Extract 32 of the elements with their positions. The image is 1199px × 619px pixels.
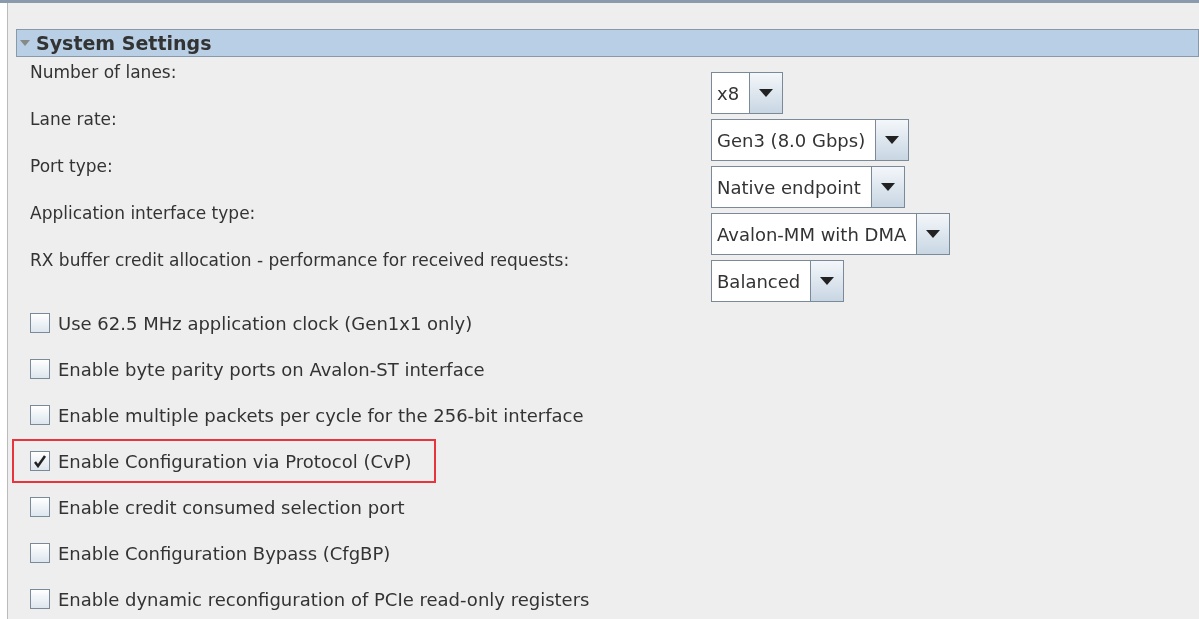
checkbox[interactable] — [30, 543, 50, 563]
caret-icon — [820, 277, 835, 285]
checkbox[interactable] — [30, 497, 50, 517]
checkbox-label: Enable Configuration Bypass (CfgBP) — [58, 541, 391, 566]
caret-icon — [926, 230, 941, 238]
section-header[interactable]: System Settings — [16, 29, 1199, 57]
section-title: System Settings — [36, 30, 212, 56]
checkbox[interactable] — [30, 589, 50, 609]
dropdown[interactable]: Gen3 (8.0 Gbps) — [711, 119, 910, 161]
checkbox-label: Enable multiple packets per cycle for the 256-bit interface — [58, 403, 584, 428]
field-label: Number of lanes: — [30, 61, 178, 84]
dropdown[interactable]: Native endpoint — [711, 166, 905, 208]
field-label: Lane rate: — [30, 108, 118, 131]
checkbox-label: Enable byte parity ports on Avalon-ST interface — [58, 357, 485, 382]
checkbox-label: Enable credit consumed selection port — [58, 495, 405, 520]
dropdown[interactable]: Avalon-MM with DMA — [711, 213, 951, 255]
checkbox[interactable] — [30, 359, 50, 379]
checkbox-label: Use 62.5 MHz application clock (Gen1x1 only) — [58, 311, 473, 336]
caret-icon — [885, 136, 900, 144]
checkbox[interactable] — [30, 405, 50, 425]
caret-icon — [880, 183, 895, 191]
dropdown[interactable]: Balanced — [711, 260, 845, 302]
field-label: Application interface type: — [30, 202, 257, 225]
dropdown[interactable]: x8 — [711, 72, 784, 114]
field-label: RX buffer credit allocation - performance for received requests: — [30, 249, 571, 272]
caret-icon — [759, 89, 774, 97]
checkbox-label: Enable Configuration via Protocol (CvP) — [58, 449, 412, 474]
field-label: Port type: — [30, 155, 114, 178]
checkbox[interactable] — [30, 451, 50, 471]
checkbox[interactable] — [30, 313, 50, 333]
checkbox-label: Enable dynamic reconfiguration of PCIe read-only registers — [58, 587, 590, 612]
collapse-arrow-icon — [20, 39, 30, 47]
